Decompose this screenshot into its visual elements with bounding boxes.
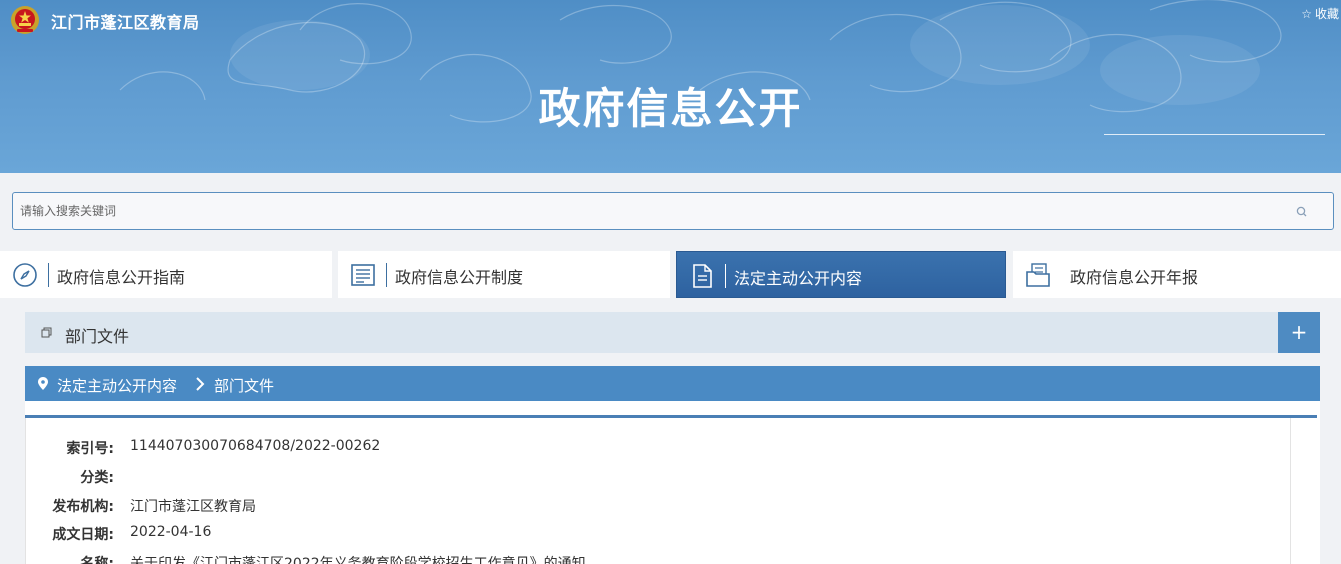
star-icon: ☆ <box>1301 7 1312 21</box>
tab-label: 法定主动公开内容 <box>734 269 863 288</box>
tab-disclosure-guide[interactable]: 政府信息公开指南 <box>0 251 332 298</box>
meta-box: 索引号: 114407030070684708/2022-00262 分类: 发… <box>25 418 1291 564</box>
meta-key: 索引号: <box>66 441 114 457</box>
category-header[interactable]: 部门文件 + <box>25 312 1320 353</box>
copy-icon <box>41 327 52 338</box>
tab-separator <box>386 263 387 287</box>
meta-key: 发布机构: <box>52 499 114 515</box>
meta-value: 2022-04-16 <box>130 524 212 540</box>
header-banner: 江门市蓬江区教育局 ☆ 收藏 政府信息公开 <box>0 0 1341 173</box>
folder-icon <box>1026 263 1050 287</box>
tab-label: 政府信息公开年报 <box>1070 268 1199 287</box>
meta-value: 关于印发《江门市蓬江区2022年义务教育阶段学校招生工作意见》的通知 <box>130 556 586 564</box>
tab-statutory-content[interactable]: 法定主动公开内容 <box>676 251 1006 298</box>
location-pin-icon <box>38 377 48 390</box>
banner-divider <box>1104 134 1325 135</box>
meta-key: 名称: <box>80 556 114 564</box>
breadcrumb-item-dept-files[interactable]: 部门文件 <box>214 375 274 396</box>
page-title: 政府信息公开 <box>538 84 803 133</box>
breadcrumb-item-statutory[interactable]: 法定主动公开内容 <box>57 375 177 396</box>
meta-key: 分类: <box>80 470 114 486</box>
site-name[interactable]: 江门市蓬江区教育局 <box>51 9 200 33</box>
chevron-right-icon <box>196 377 205 391</box>
compass-icon <box>13 263 37 287</box>
favorite-label: 收藏 <box>1314 7 1339 21</box>
meta-value: 114407030070684708/2022-00262 <box>130 438 381 454</box>
tab-separator <box>725 264 726 288</box>
breadcrumb: 法定主动公开内容 部门文件 <box>25 366 1320 401</box>
tab-disclosure-system[interactable]: 政府信息公开制度 <box>338 251 670 298</box>
search-bar <box>12 192 1334 230</box>
favorite-link[interactable]: ☆ 收藏 <box>1301 5 1339 22</box>
meta-value: 江门市蓬江区教育局 <box>130 499 256 515</box>
document-detail-panel: 索引号: 114407030070684708/2022-00262 分类: 发… <box>25 401 1320 564</box>
tab-label: 政府信息公开制度 <box>395 268 524 287</box>
tab-annual-report[interactable]: 政府信息公开年报 <box>1013 251 1341 298</box>
national-emblem-icon <box>11 6 39 34</box>
document-icon <box>693 264 712 288</box>
search-input[interactable] <box>13 193 1283 229</box>
tab-separator <box>48 263 49 287</box>
list-icon <box>351 264 375 286</box>
search-icon[interactable] <box>1295 205 1309 219</box>
tab-label: 政府信息公开指南 <box>57 268 186 287</box>
category-label: 部门文件 <box>65 327 130 346</box>
expand-button[interactable]: + <box>1278 312 1320 353</box>
meta-key: 成文日期: <box>52 527 114 543</box>
